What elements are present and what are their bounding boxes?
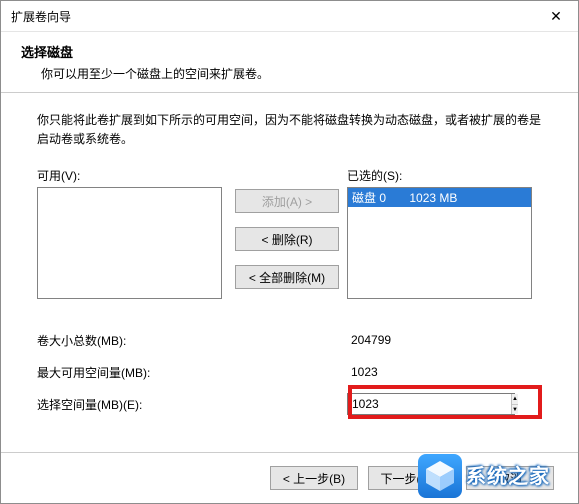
spin-up-button[interactable]: ▲ [512, 394, 518, 405]
size-form: 卷大小总数(MB): 204799 最大可用空间量(MB): 1023 选择空间… [37, 325, 542, 419]
wizard-header: 选择磁盘 你可以用至少一个磁盘上的空间来扩展卷。 [1, 32, 578, 93]
total-size-label: 卷大小总数(MB): [37, 332, 347, 349]
list-item[interactable]: 磁盘 0 1023 MB [348, 188, 531, 207]
max-space-value: 1023 [347, 365, 525, 379]
spinner-buttons: ▲ ▼ [511, 394, 518, 414]
description-text: 你只能将此卷扩展到如下所示的可用空间，因为不能将磁盘转换为动态磁盘，或者被扩展的… [37, 111, 542, 149]
close-button[interactable]: ✕ [534, 1, 578, 31]
amount-input[interactable] [348, 394, 511, 414]
available-label: 可用(V): [37, 167, 227, 184]
page-heading: 选择磁盘 [21, 42, 558, 61]
max-space-label: 最大可用空间量(MB): [37, 364, 347, 381]
chevron-down-icon: ▼ [512, 407, 518, 413]
remove-button[interactable]: < 删除(R) [235, 227, 339, 251]
wizard-window: 扩展卷向导 ✕ 选择磁盘 你可以用至少一个磁盘上的空间来扩展卷。 你只能将此卷扩… [0, 0, 579, 504]
back-button[interactable]: < 上一步(B) [270, 466, 358, 490]
wizard-footer: < 上一步(B) 下一步(N) > 取消 [1, 452, 578, 503]
page-subheading: 你可以用至少一个磁盘上的空间来扩展卷。 [21, 65, 558, 82]
add-button[interactable]: 添加(A) > [235, 189, 339, 213]
content-area: 你只能将此卷扩展到如下所示的可用空间，因为不能将磁盘转换为动态磁盘，或者被扩展的… [1, 93, 578, 452]
spin-down-button[interactable]: ▼ [512, 405, 518, 415]
window-title: 扩展卷向导 [1, 8, 534, 25]
next-button[interactable]: 下一步(N) > [368, 466, 456, 490]
remove-all-button[interactable]: < 全部删除(M) [235, 265, 339, 289]
total-size-value: 204799 [347, 333, 525, 347]
titlebar: 扩展卷向导 ✕ [1, 1, 578, 32]
select-amount-label: 选择空间量(MB)(E): [37, 396, 347, 413]
available-listbox[interactable] [37, 187, 222, 299]
chevron-up-icon: ▲ [512, 396, 518, 402]
close-icon: ✕ [550, 8, 562, 25]
disk-picker: 可用(V): 添加(A) > < 删除(R) < 全部删除(M) 已选的(S):… [37, 167, 542, 299]
amount-spinner[interactable]: ▲ ▼ [347, 393, 515, 415]
selected-listbox[interactable]: 磁盘 0 1023 MB [347, 187, 532, 299]
selected-label: 已选的(S): [347, 167, 527, 184]
cancel-button[interactable]: 取消 [466, 466, 554, 490]
